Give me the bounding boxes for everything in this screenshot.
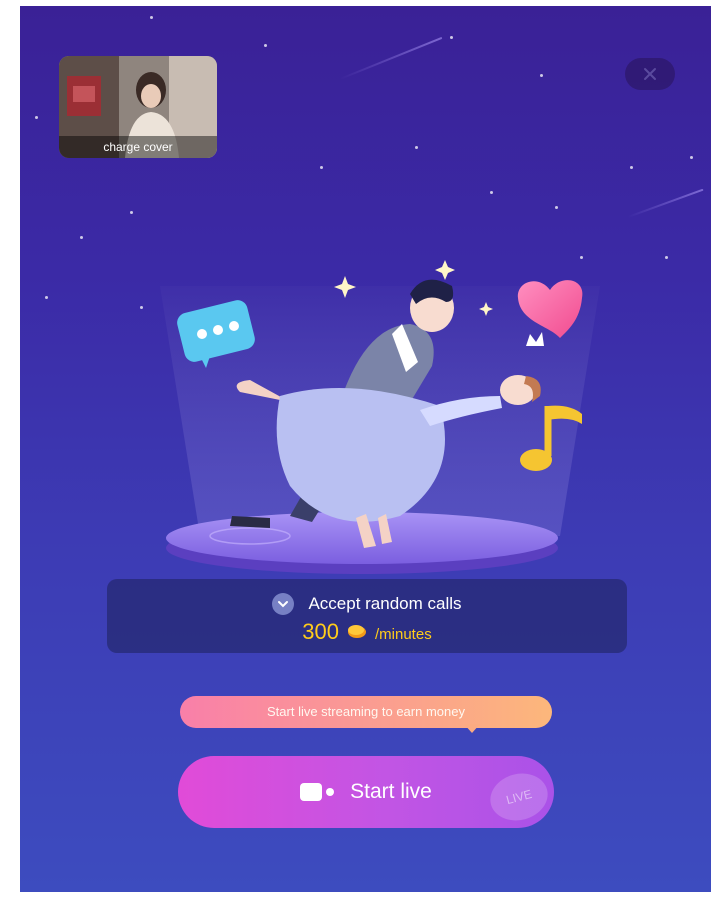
shooting-star [339, 36, 443, 80]
price-unit: /minutes [375, 626, 432, 643]
shooting-star [627, 188, 704, 218]
start-live-label: Start live [350, 780, 432, 803]
star [150, 16, 153, 19]
start-live-screen: charge cover Accept random calls 300 /mi… [20, 6, 711, 892]
star [320, 166, 323, 169]
star [690, 156, 693, 159]
star [415, 146, 418, 149]
close-button[interactable] [625, 58, 675, 90]
star [555, 206, 558, 209]
charge-cover[interactable]: charge cover [59, 56, 217, 158]
star [80, 236, 83, 239]
coin-icon [348, 625, 366, 638]
video-camera-icon [300, 782, 336, 802]
star [665, 256, 668, 259]
cover-caption: charge cover [59, 136, 217, 158]
dancing-couple-illustration [160, 260, 600, 574]
star [540, 74, 543, 77]
hint-bubble-tail [464, 724, 480, 733]
chevron-down-icon[interactable] [272, 593, 295, 615]
live-watermark-icon: LIVE [485, 767, 553, 827]
star [35, 116, 38, 119]
price-value: 300 [302, 619, 339, 644]
star [630, 166, 633, 169]
star [130, 211, 133, 214]
star [450, 36, 453, 39]
accept-random-calls-label: Accept random calls [308, 594, 462, 613]
star [490, 191, 493, 194]
star [45, 296, 48, 299]
close-icon [644, 68, 656, 80]
start-live-button[interactable]: Start live LIVE [178, 756, 554, 828]
random-calls-card[interactable]: Accept random calls 300 /minutes [107, 579, 627, 653]
star [264, 44, 267, 47]
earn-money-hint: Start live streaming to earn money [180, 696, 552, 728]
